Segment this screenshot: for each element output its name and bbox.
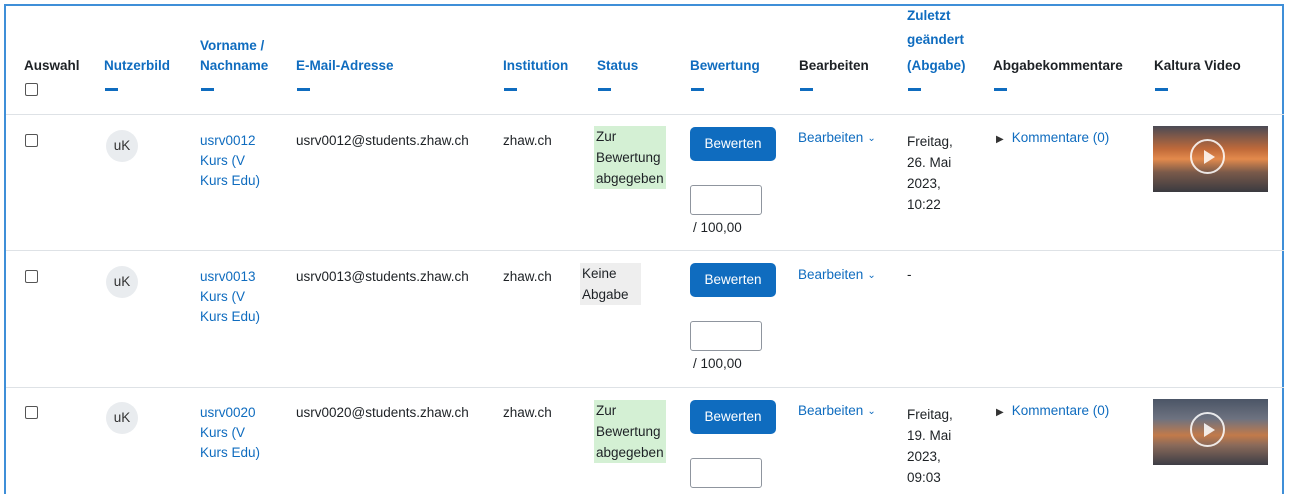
- chevron-down-icon: ⌄: [867, 133, 876, 144]
- chevron-down-icon: ⌄: [867, 270, 876, 281]
- comments-toggle[interactable]: ▶ Kommentare (0): [996, 128, 1109, 150]
- institution-cell: zhaw.ch: [503, 133, 552, 148]
- grade-button[interactable]: Bewerten: [690, 263, 776, 297]
- header-geaendert-3[interactable]: (Abgabe): [907, 56, 966, 76]
- row-select-checkbox[interactable]: [25, 406, 38, 419]
- user-name-link[interactable]: usrv0013 Kurs (V Kurs Edu): [200, 267, 260, 327]
- avatar[interactable]: uK: [106, 266, 138, 298]
- row-separator: [6, 250, 1284, 251]
- grade-input[interactable]: [690, 185, 762, 215]
- caret-right-icon: ▶: [996, 407, 1004, 418]
- grade-input[interactable]: [690, 321, 762, 351]
- user-name-link[interactable]: usrv0020 Kurs (V Kurs Edu): [200, 403, 260, 463]
- institution-cell: zhaw.ch: [503, 269, 552, 284]
- comments-toggle[interactable]: ▶ Kommentare (0): [996, 401, 1109, 423]
- grade-button[interactable]: Bewerten: [690, 400, 776, 434]
- collapse-institution-icon[interactable]: [504, 88, 517, 91]
- collapse-nutzerbild-icon[interactable]: [105, 88, 118, 91]
- header-nutzerbild[interactable]: Nutzerbild: [104, 56, 170, 76]
- row-separator: [6, 387, 1284, 388]
- collapse-name-icon[interactable]: [201, 88, 214, 91]
- collapse-kommentare-icon[interactable]: [994, 88, 1007, 91]
- institution-cell: zhaw.ch: [503, 405, 552, 420]
- collapse-video-icon[interactable]: [1155, 88, 1168, 91]
- edit-menu[interactable]: Bearbeiten ⌄: [798, 128, 876, 150]
- header-institution[interactable]: Institution: [503, 56, 568, 76]
- header-bearbeiten: Bearbeiten: [799, 58, 869, 73]
- collapse-bewertung-icon[interactable]: [691, 88, 704, 91]
- status-badge: Keine Abgabe: [580, 263, 641, 305]
- play-icon[interactable]: [1190, 139, 1225, 174]
- row-select-checkbox[interactable]: [25, 270, 38, 283]
- grade-max-label: / 100,00: [693, 356, 742, 371]
- caret-right-icon: ▶: [996, 134, 1004, 145]
- modified-date: -: [907, 267, 912, 282]
- collapse-email-icon[interactable]: [297, 88, 310, 91]
- status-badge: Zur Bewertung abgegeben: [594, 126, 666, 189]
- grade-max-label: / 100,00: [693, 220, 742, 235]
- header-separator: [6, 114, 1284, 115]
- email-cell: usrv0012@students.zhaw.ch: [296, 133, 469, 148]
- header-email[interactable]: E-Mail-Adresse: [296, 56, 394, 76]
- status-badge: Zur Bewertung abgegeben: [594, 400, 666, 463]
- chevron-down-icon: ⌄: [867, 406, 876, 417]
- header-bewertung[interactable]: Bewertung: [690, 56, 760, 76]
- email-cell: usrv0020@students.zhaw.ch: [296, 405, 469, 420]
- collapse-status-icon[interactable]: [598, 88, 611, 91]
- header-status[interactable]: Status: [597, 56, 638, 76]
- modified-date: Freitag, 19. Mai 2023, 09:03: [907, 407, 953, 485]
- header-geaendert-2[interactable]: geändert: [907, 30, 964, 50]
- avatar[interactable]: uK: [106, 402, 138, 434]
- grade-button[interactable]: Bewerten: [690, 127, 776, 161]
- edit-menu[interactable]: Bearbeiten ⌄: [798, 401, 876, 423]
- collapse-geaendert-icon[interactable]: [908, 88, 921, 91]
- header-auswahl: Auswahl: [24, 58, 80, 73]
- video-thumbnail[interactable]: [1153, 126, 1268, 192]
- select-all-checkbox[interactable]: [25, 83, 38, 96]
- play-icon[interactable]: [1190, 412, 1225, 447]
- email-cell: usrv0013@students.zhaw.ch: [296, 269, 469, 284]
- user-name-link[interactable]: usrv0012 Kurs (V Kurs Edu): [200, 131, 260, 191]
- avatar[interactable]: uK: [106, 130, 138, 162]
- header-geaendert-1[interactable]: Zuletzt: [907, 6, 951, 26]
- header-kommentare: Abgabekommentare: [993, 58, 1123, 73]
- header-vorname[interactable]: Vorname /: [200, 36, 264, 56]
- header-nachname[interactable]: Nachname: [200, 56, 268, 76]
- modified-date: Freitag, 26. Mai 2023, 10:22: [907, 134, 953, 212]
- collapse-bearbeiten-icon[interactable]: [800, 88, 813, 91]
- video-thumbnail[interactable]: [1153, 399, 1268, 465]
- grade-input[interactable]: [690, 458, 762, 488]
- header-video: Kaltura Video: [1154, 58, 1241, 73]
- row-select-checkbox[interactable]: [25, 134, 38, 147]
- edit-menu[interactable]: Bearbeiten ⌄: [798, 265, 876, 287]
